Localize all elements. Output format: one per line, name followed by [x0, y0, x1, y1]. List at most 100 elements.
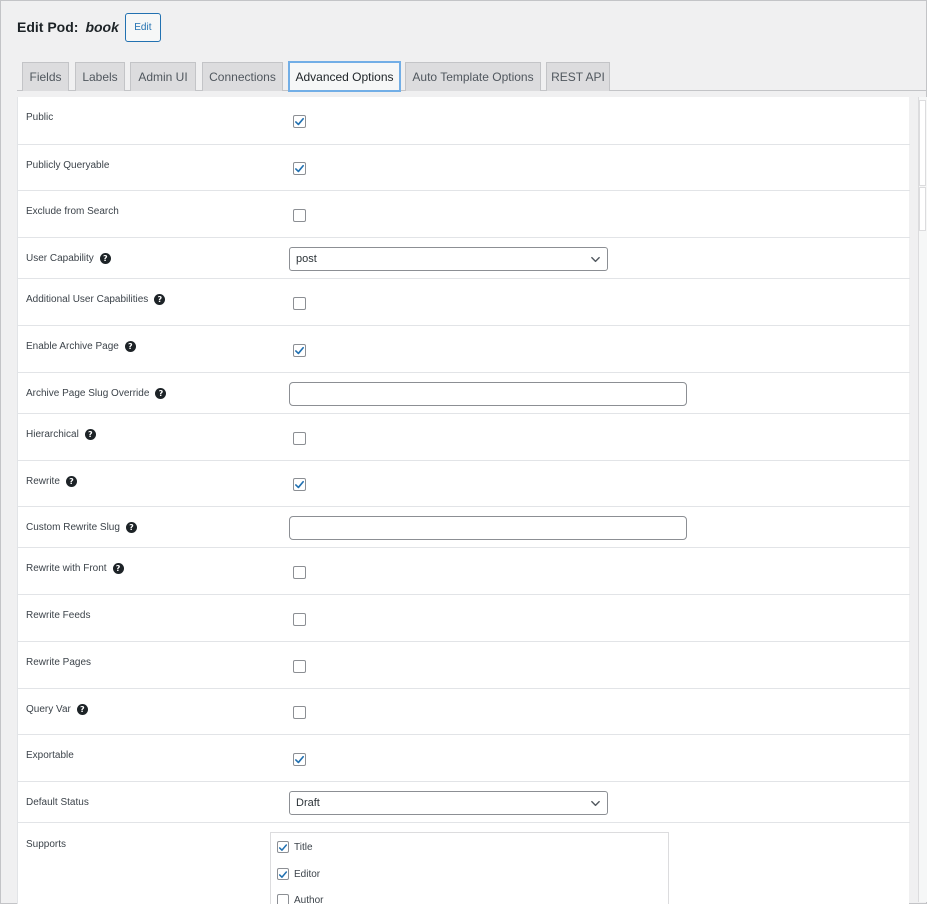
question-circle-icon[interactable]: ? [125, 522, 137, 533]
question-circle-icon[interactable]: ? [124, 341, 136, 352]
option-row-custom-rewrite-slug: Custom Rewrite Slug? [18, 507, 910, 548]
supports-checklist[interactable]: Title Editor Author [270, 832, 669, 904]
page-header: Edit Pod: book Edit [17, 12, 161, 42]
public-checkbox[interactable] [293, 115, 306, 128]
option-row-additional-user-capabilities: Additional User Capabilities? [18, 279, 910, 326]
option-row-user-capability: User Capability? post [18, 238, 910, 279]
tab-labels[interactable]: Labels [75, 62, 125, 91]
tab-fields[interactable]: Fields [22, 62, 69, 91]
scrollbar-thumb[interactable] [919, 100, 926, 186]
option-row-query-var: Query Var? [18, 689, 910, 735]
question-circle-icon[interactable]: ? [154, 294, 166, 305]
exportable-checkbox[interactable] [293, 753, 306, 766]
author-checkbox[interactable] [277, 894, 289, 904]
tab-rest-api[interactable]: REST API [546, 62, 610, 91]
option-label: Rewrite Pages [26, 657, 91, 668]
option-label: Archive Page Slug Override? [26, 388, 167, 399]
enable-archive-page-checkbox[interactable] [293, 344, 306, 357]
checkmark-icon [295, 164, 304, 173]
supports-item-title[interactable]: Title [277, 841, 313, 853]
default-status-select[interactable]: Draft [289, 791, 608, 815]
rewrite-with-front-checkbox[interactable] [293, 566, 306, 579]
exclude-from-search-checkbox[interactable] [293, 209, 306, 222]
select-value: post [296, 253, 317, 265]
option-label: Exclude from Search [26, 206, 119, 217]
tab-admin-ui[interactable]: Admin UI [130, 62, 196, 91]
option-label-text: Archive Page Slug Override [26, 388, 150, 399]
publicly-queryable-checkbox[interactable] [293, 162, 306, 175]
scrollbar-thumb-lower[interactable] [919, 187, 926, 231]
tab-connections[interactable]: Connections [202, 62, 283, 91]
chevron-down-icon [591, 800, 600, 807]
editor-checkbox[interactable] [277, 868, 289, 880]
query-var-checkbox[interactable] [293, 706, 306, 719]
question-circle-icon[interactable]: ? [65, 476, 77, 487]
edit-pod-button[interactable]: Edit [124, 12, 161, 42]
checkmark-icon [295, 346, 304, 355]
option-label-text: Custom Rewrite Slug [26, 522, 120, 533]
page-title-prefix: Edit Pod: [17, 19, 79, 35]
checkmark-icon [278, 843, 288, 851]
option-label: User Capability? [26, 253, 111, 264]
question-circle-icon[interactable]: ? [99, 253, 111, 264]
option-label-text: Supports [26, 839, 67, 850]
option-row-archive-page-slug-override: Archive Page Slug Override? [18, 373, 910, 414]
option-row-hierarchical: Hierarchical? [18, 414, 910, 461]
option-label-text: User Capability [26, 253, 94, 264]
question-circle-icon[interactable]: ? [112, 563, 124, 574]
option-row-default-status: Default Status Draft [18, 782, 910, 823]
option-label-text: Enable Archive Page [26, 341, 119, 352]
option-row-publicly-queryable: Publicly Queryable [18, 145, 910, 191]
supports-item-author[interactable]: Author [277, 894, 323, 904]
question-circle-icon[interactable]: ? [155, 388, 167, 399]
option-label-text: Publicly Queryable [26, 160, 110, 171]
hierarchical-checkbox[interactable] [293, 432, 306, 445]
option-label-text: Rewrite Pages [26, 657, 92, 668]
option-label-text: Public [26, 112, 54, 123]
pod-name: book [85, 19, 119, 35]
option-row-rewrite-feeds: Rewrite Feeds [18, 595, 910, 642]
tab-auto-template-options[interactable]: Auto Template Options [405, 62, 541, 91]
option-label-text: Default Status [26, 797, 89, 808]
title-checkbox[interactable] [277, 841, 289, 853]
option-label-text: Rewrite with Front [26, 563, 107, 574]
option-label: Default Status [26, 797, 89, 808]
option-label: Public [26, 112, 53, 123]
question-circle-icon[interactable]: ? [84, 429, 96, 440]
supports-item-label: Editor [294, 868, 321, 880]
custom-rewrite-slug-input[interactable] [289, 516, 687, 540]
rewrite-pages-checkbox[interactable] [293, 660, 306, 673]
option-label-text: Exclude from Search [26, 206, 119, 217]
option-row-public: Public [18, 97, 910, 145]
additional-user-capabilities-checkbox[interactable] [293, 297, 306, 310]
tab-bar: Fields Labels Admin UI Connections Advan… [17, 61, 927, 92]
option-label-text: Rewrite Feeds [26, 610, 91, 621]
rewrite-feeds-checkbox[interactable] [293, 613, 306, 626]
checkmark-icon [295, 117, 304, 126]
option-label: Supports [26, 839, 66, 850]
user-capability-select[interactable]: post [289, 247, 608, 271]
tab-advanced-options[interactable]: Advanced Options [288, 61, 401, 92]
option-label-text: Query Var [26, 704, 71, 715]
supports-item-label: Author [294, 894, 324, 904]
option-label: Additional User Capabilities? [26, 294, 166, 305]
option-label-text: Hierarchical [26, 429, 79, 440]
checkmark-icon [278, 870, 288, 878]
option-label: Enable Archive Page? [26, 341, 136, 352]
rewrite-checkbox[interactable] [293, 478, 306, 491]
option-label: Hierarchical? [26, 429, 96, 440]
option-label-text: Rewrite [26, 476, 60, 487]
option-label: Query Var? [26, 704, 88, 715]
archive-page-slug-override-input[interactable] [289, 382, 687, 406]
option-label: Publicly Queryable [26, 160, 109, 171]
question-circle-icon[interactable]: ? [76, 704, 88, 715]
supports-item-label: Title [294, 841, 313, 853]
option-label-text: Additional User Capabilities [26, 294, 149, 305]
supports-item-editor[interactable]: Editor [277, 868, 320, 880]
option-label: Rewrite Feeds [26, 610, 90, 621]
select-value: Draft [296, 797, 320, 809]
option-row-enable-archive-page: Enable Archive Page? [18, 326, 910, 373]
option-label: Rewrite? [26, 476, 77, 487]
option-row-exportable: Exportable [18, 735, 910, 782]
option-label: Exportable [26, 750, 74, 761]
